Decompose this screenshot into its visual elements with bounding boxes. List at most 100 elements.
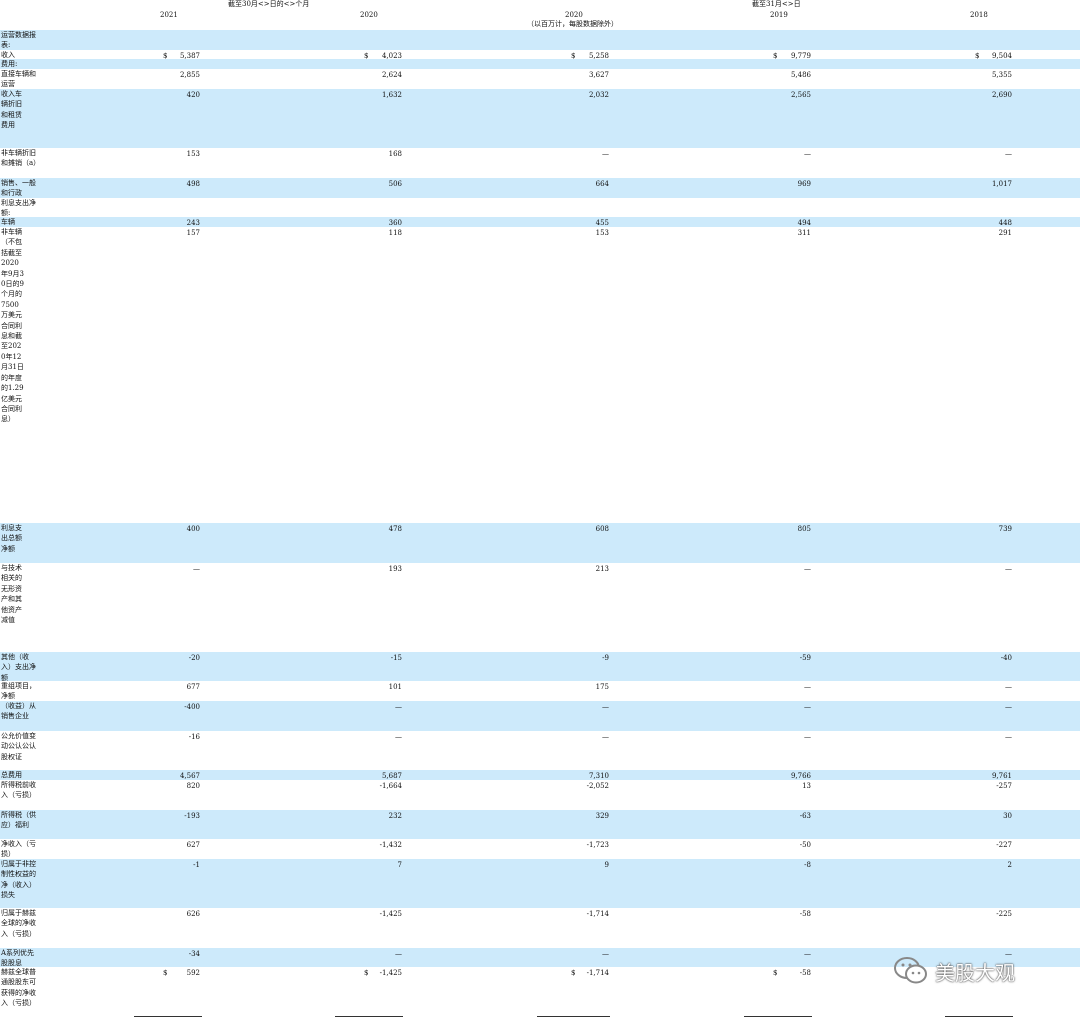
- cell-value: —: [395, 733, 402, 741]
- cell-value: —: [804, 733, 811, 741]
- cell-value: 2,565: [790, 91, 811, 99]
- table-row: 非车辆（不包括截至2020年9月30日的9个月的7500万美元合同利息和截至20…: [0, 227, 1080, 523]
- table-row: 所得税前收入（亏损） 820 -1,664 -2,052 13 -257: [0, 780, 1080, 810]
- row-label: 收入: [1, 51, 15, 59]
- cell-value: 592: [186, 969, 200, 977]
- cell-value: 153: [595, 229, 609, 237]
- cell-value: -2,052: [586, 782, 609, 790]
- cell-value: 1,632: [381, 91, 402, 99]
- dollar-sign: $: [571, 969, 576, 977]
- cell-value: 494: [797, 219, 811, 227]
- cell-value: -8: [804, 861, 811, 869]
- cell-value: 157: [186, 229, 200, 237]
- table-row: 利息支出总额净额 400 478 608 805 739: [0, 523, 1080, 563]
- cell-value: —: [1005, 565, 1012, 573]
- header-year-2020b: 2020: [565, 11, 583, 19]
- cell-value: 153: [186, 150, 200, 158]
- row-label: 重组项目，净额: [1, 682, 36, 701]
- cell-value: —: [1005, 733, 1012, 741]
- row-label: 非车辆（不包括截至2020年9月30日的9个月的7500万美元合同利息和截至20…: [1, 228, 24, 424]
- row-label: 收入车辆折旧和租赁费用: [1, 90, 22, 130]
- row-label: A系列优先股股息: [1, 949, 35, 967]
- header-year-end: 截至31月<>日: [752, 0, 801, 8]
- cell-value: 2,855: [179, 71, 200, 79]
- table-row: 运营数据报表:: [0, 30, 1080, 50]
- header-year-2019: 2019: [770, 11, 788, 19]
- cell-value: 3,627: [588, 71, 609, 79]
- cell-value: 193: [388, 565, 402, 573]
- row-label: 车辆: [1, 218, 15, 226]
- cell-value: —: [1005, 703, 1012, 711]
- table-row: 归属于赫兹全球的净收入（亏损） 626 -1,425 -1,714 -58 -225: [0, 908, 1080, 948]
- cell-value: 5,486: [790, 71, 811, 79]
- cell-value: —: [804, 703, 811, 711]
- table-row: 公允价值变动公认公认股权证 -16 — — — —: [0, 731, 1080, 770]
- row-label: 总费用: [1, 771, 22, 779]
- dollar-sign: $: [975, 52, 980, 59]
- table-row: 其他（收入）支出净额 -20 -15 -9 -59 -40: [0, 652, 1080, 681]
- cell-value: 969: [797, 180, 811, 188]
- table-row: 直接车辆和运营 2,855 2,624 3,627 5,486 5,355: [0, 69, 1080, 89]
- cell-value: 232: [388, 812, 402, 820]
- cell-value: 2: [1007, 861, 1012, 869]
- table-row: 所得税（供应）福利 -193 232 329 -63 30: [0, 810, 1080, 839]
- row-label: 非车辆折旧和摊销（a）: [1, 149, 41, 168]
- cell-value: 805: [797, 525, 811, 533]
- cell-value: 9,504: [991, 52, 1012, 59]
- table-row: 费用:: [0, 59, 1080, 69]
- cell-value: 118: [388, 229, 402, 237]
- cell-value: 9,779: [790, 52, 811, 59]
- cell-value: -1: [193, 861, 200, 869]
- cell-value: -400: [184, 703, 200, 711]
- cell-value: 9: [604, 861, 609, 869]
- cell-value: —: [395, 950, 402, 958]
- dollar-sign: $: [571, 52, 576, 59]
- cell-value: -50: [799, 841, 811, 849]
- cell-value: -1,714: [586, 910, 609, 918]
- cell-value: -1,714: [586, 969, 609, 977]
- underline-1: [134, 1016, 202, 1017]
- cell-value: —: [804, 950, 811, 958]
- dollar-sign: $: [364, 969, 369, 977]
- row-label: 净收入（亏损）: [1, 840, 36, 859]
- cell-value: 30: [1003, 812, 1012, 820]
- cell-value: 101: [388, 683, 402, 691]
- cell-value: -193: [184, 812, 200, 820]
- cell-value: -20: [188, 654, 200, 662]
- cell-value: -59: [799, 654, 811, 662]
- cell-value: 627: [186, 841, 200, 849]
- row-label: 销售、一般和行政: [1, 179, 36, 198]
- table-row: 利息支出净额:: [0, 198, 1080, 217]
- cell-value: 13: [802, 782, 811, 790]
- row-label: 归属于赫兹全球的净收入（亏损）: [1, 909, 36, 938]
- cell-value: 243: [186, 219, 200, 227]
- table-row: （收益）从销售企业 -400 — — — —: [0, 701, 1080, 731]
- cell-value: 448: [998, 219, 1012, 227]
- cell-value: 506: [388, 180, 402, 188]
- header-year-2021: 2021: [160, 11, 178, 19]
- cell-value: —: [602, 150, 609, 158]
- cell-value: -227: [996, 841, 1012, 849]
- table-row: 与技术相关的无形资产和其他资产减值 — 193 213 — —: [0, 563, 1080, 652]
- table-row: 净收入（亏损） 627 -1,432 -1,723 -50 -227: [0, 839, 1080, 859]
- cell-value: -1,723: [586, 841, 609, 849]
- cell-value: 5,355: [991, 71, 1012, 79]
- cell-value: 677: [186, 683, 200, 691]
- cell-value: -257: [996, 782, 1012, 790]
- cell-value: 175: [595, 683, 609, 691]
- dollar-sign: $: [364, 52, 369, 59]
- cell-value: -1,425: [379, 969, 402, 977]
- cell-value: -58: [799, 969, 811, 977]
- row-label: 所得税前收入（亏损）: [1, 781, 36, 800]
- cell-value: 311: [797, 229, 811, 237]
- cell-value: -225: [996, 910, 1012, 918]
- cell-value: 820: [186, 782, 200, 790]
- underline-2: [335, 1016, 403, 1017]
- cell-value: 2,032: [588, 91, 609, 99]
- cell-value: 9,766: [790, 772, 811, 780]
- row-label: 费用:: [1, 60, 18, 68]
- cell-value: -34: [188, 950, 200, 958]
- underline-5: [945, 1016, 1013, 1017]
- row-label: 运营数据报表:: [1, 31, 36, 50]
- row-label: 其他（收入）支出净额: [1, 653, 36, 681]
